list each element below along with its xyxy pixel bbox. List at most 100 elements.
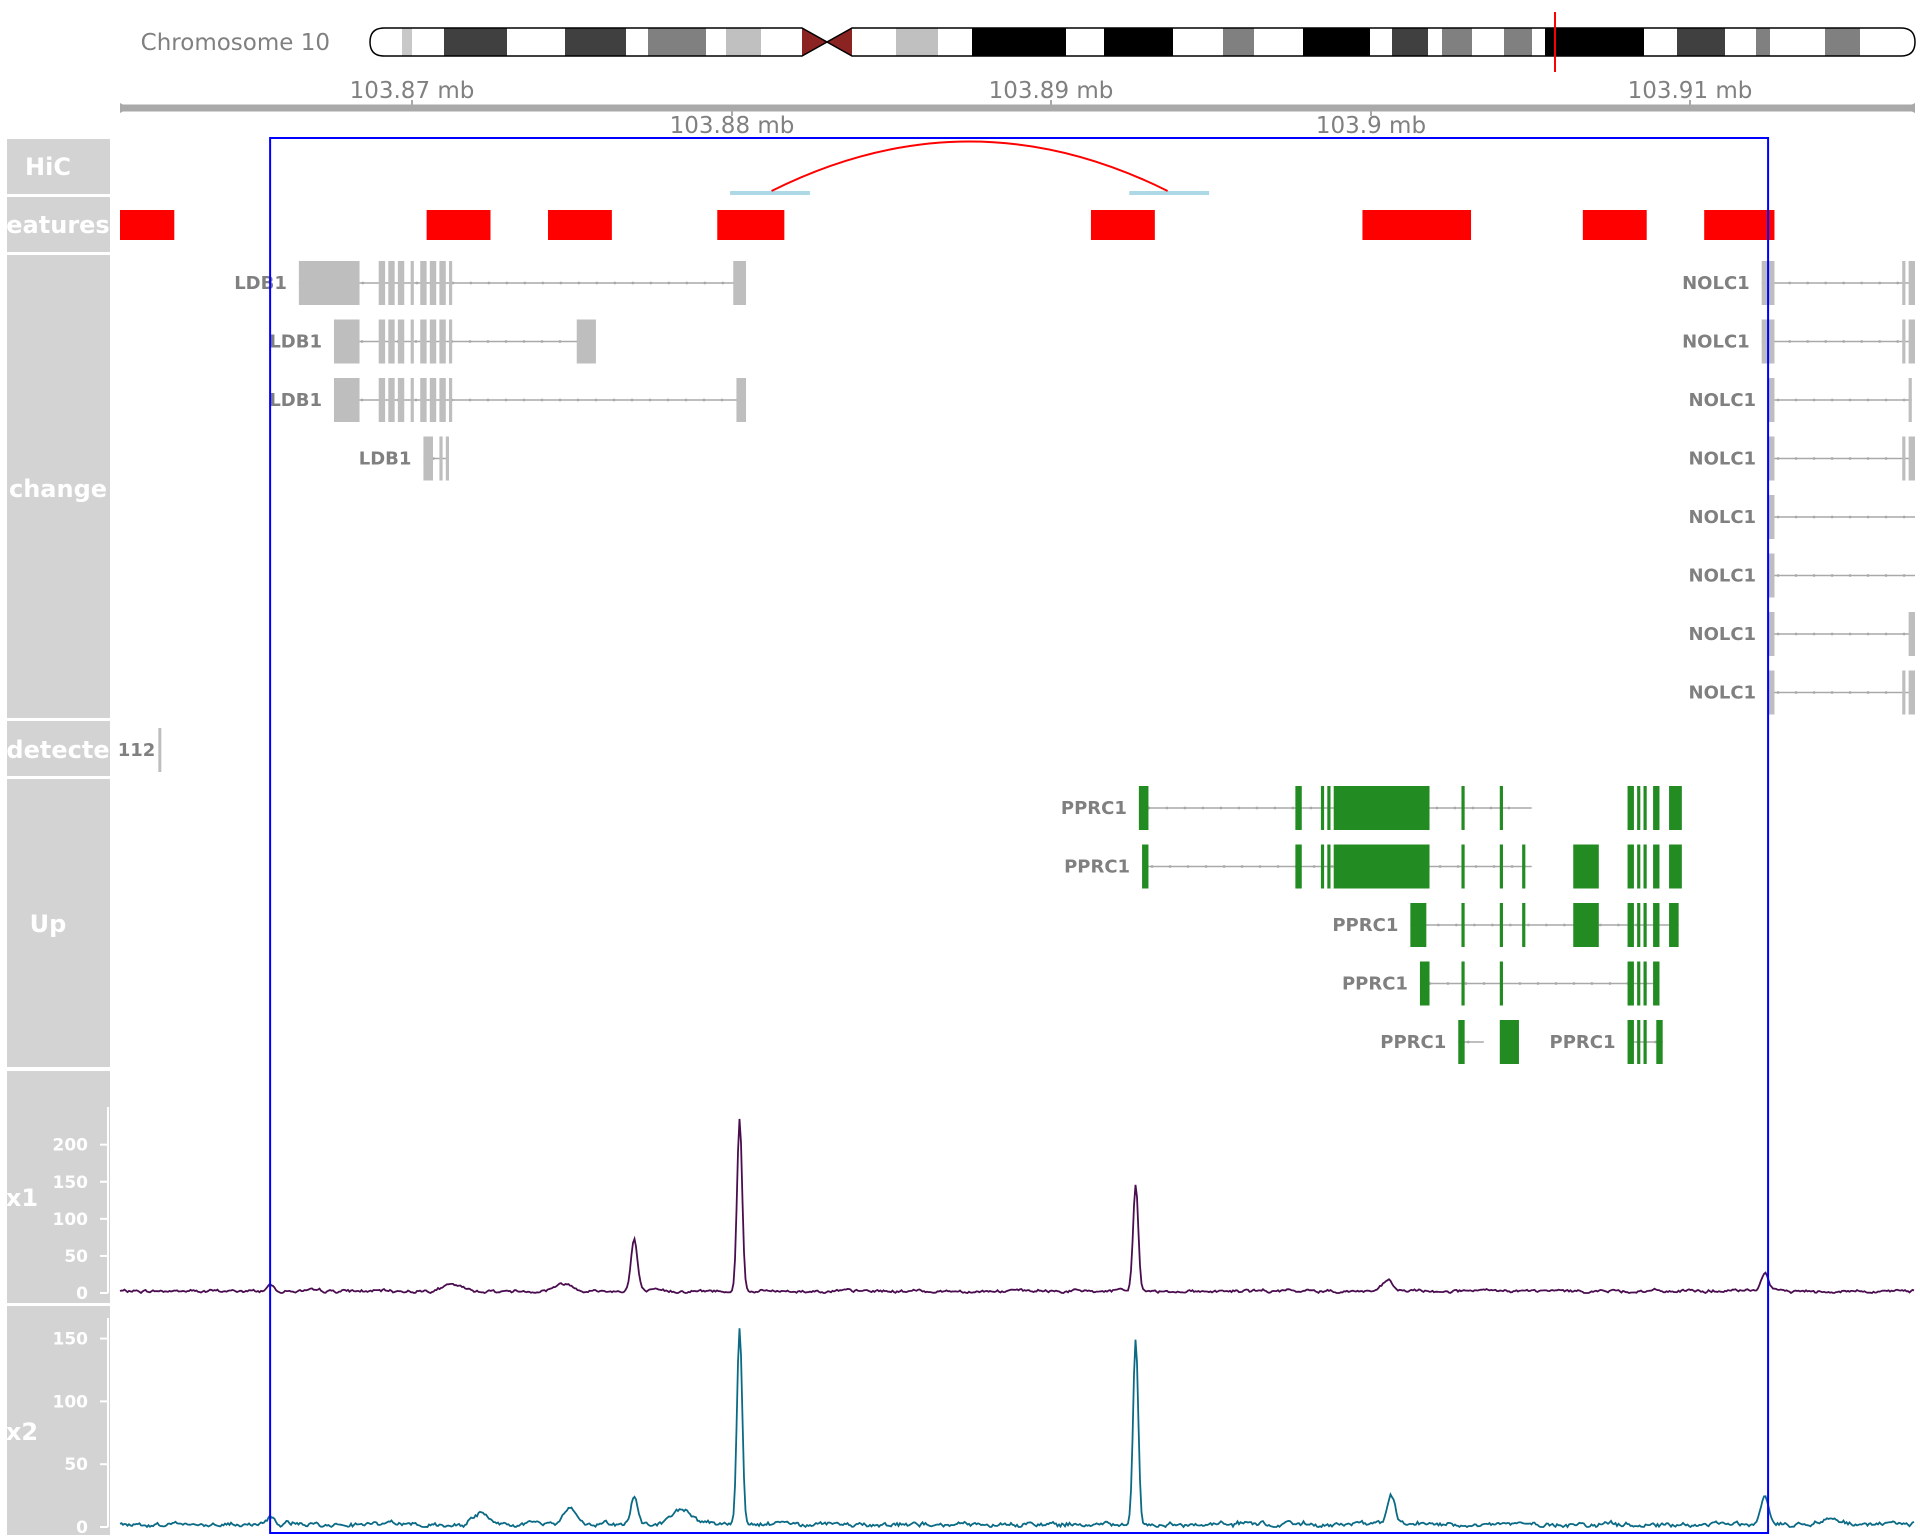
gene-exon: [1669, 786, 1682, 830]
gene-label: NOLC1: [1689, 507, 1757, 528]
gene-exon: [1461, 844, 1465, 889]
gene-exon: [1627, 1020, 1634, 1064]
gene-strand-marker: [1884, 691, 1888, 694]
feature-block: [1362, 210, 1472, 240]
ideogram-band: [1725, 28, 1756, 56]
gene-exon: [1142, 844, 1149, 889]
features-track: [120, 210, 1775, 240]
gene-exon: [1627, 903, 1634, 947]
gene-strand-marker: [504, 398, 508, 402]
gene-strand-marker: [469, 281, 473, 285]
gene-exon: [1458, 1020, 1465, 1064]
gene-strand-marker: [1878, 340, 1882, 343]
gene-strand-marker: [684, 398, 688, 402]
gene-exon: [1499, 1020, 1519, 1064]
gene-label: PPRC1: [1332, 915, 1398, 936]
gene-model: PPRC1: [1332, 903, 1679, 947]
gene-exon: [1499, 786, 1503, 830]
gene-exon: [1653, 903, 1660, 947]
gene-strand-marker: [1776, 632, 1780, 636]
y-axis-tick-label: 150: [53, 1173, 89, 1193]
gene-exon: [1908, 436, 1915, 481]
gene-strand-marker: [1830, 398, 1834, 402]
gene-exon: [448, 261, 453, 305]
gene-strand-marker: [1776, 515, 1780, 519]
gene-exon: [1499, 961, 1503, 1006]
gene-strand-marker: [1776, 457, 1780, 460]
gene-exon: [388, 319, 395, 364]
gene-model: NOLC1: [1689, 670, 1915, 715]
gene-exon: [1669, 903, 1679, 947]
gene-exon: [1908, 261, 1915, 305]
gene-label: PPRC1: [1380, 1032, 1446, 1053]
gene-strand-marker: [666, 398, 670, 402]
gene-strand-marker: [540, 398, 544, 402]
gene-strand-marker: [1794, 632, 1798, 636]
gene-strand-marker: [1884, 457, 1888, 460]
gene-strand-marker: [1902, 632, 1906, 636]
gene-exon: [439, 261, 446, 305]
gene-strand-marker: [415, 281, 419, 285]
y-axis-tick-label: 150: [53, 1330, 89, 1350]
gene-strand-marker: [1860, 281, 1864, 285]
gene-model: PPRC1: [1061, 786, 1682, 830]
ideogram-band: [626, 28, 648, 56]
gene-strand-marker: [361, 281, 365, 285]
gene-exon: [1669, 844, 1682, 889]
gene-strand-marker: [1554, 982, 1558, 985]
gene-strand-marker: [1866, 691, 1870, 694]
gene-exon: [439, 378, 446, 422]
undetected-genes-track: 112: [118, 728, 162, 772]
gene-model: PPRC1: [1380, 1020, 1519, 1064]
gene-strand-marker: [1884, 515, 1888, 519]
gene-exon: [1320, 786, 1325, 830]
ideogram-band: [1472, 28, 1504, 56]
genome-browser: Chromosome 10 103.87 mb 103.89 mb 103.91…: [0, 0, 1920, 1536]
coverage-track-x2: 0 50 100 150: [53, 1318, 1915, 1536]
gene-strand-marker: [1794, 457, 1798, 460]
gene-exon: [439, 436, 443, 481]
gene-strand-marker: [1508, 923, 1512, 927]
gene-strand-marker: [1255, 806, 1259, 810]
gene-strand-marker: [1776, 574, 1780, 577]
gene-exon: [736, 378, 747, 422]
gene-exon: [1902, 436, 1906, 481]
chromosome-ideogram: Chromosome 10: [141, 12, 1916, 72]
gene-strand-marker: [1776, 691, 1780, 694]
y-axis-tick-label: 200: [53, 1136, 89, 1156]
highlight-region-box: [269, 137, 1770, 1534]
gene-exon: [429, 319, 437, 364]
axis-tick-label-lower-0: 103.88 mb: [670, 113, 795, 139]
gene-exon: [397, 319, 405, 364]
gene-exon: [410, 319, 414, 364]
ideogram-band: [726, 28, 761, 56]
gene-model: NOLC1: [1682, 261, 1915, 305]
ideogram-band: [1254, 28, 1303, 56]
gene-exon: [1461, 903, 1465, 947]
gene-strand-marker: [1848, 574, 1852, 577]
gene-strand-marker: [1794, 398, 1798, 402]
gene-strand-marker: [1848, 398, 1852, 402]
gene-exon: [158, 728, 162, 772]
gene-strand-marker: [1866, 398, 1870, 402]
gene-strand-marker: [1466, 1040, 1470, 1044]
gene-exon: [333, 378, 360, 422]
gene-strand-marker: [1830, 457, 1834, 460]
gene-exon: [1499, 903, 1503, 947]
gene-strand-marker: [1812, 398, 1816, 402]
gene-strand-marker: [1489, 806, 1493, 810]
gene-exon: [1653, 961, 1660, 1006]
gene-strand-marker: [540, 340, 544, 343]
gene-strand-marker: [594, 398, 598, 402]
gene-strand-marker: [1453, 806, 1457, 810]
gene-strand-marker: [1812, 632, 1816, 636]
gene-strand-marker: [522, 398, 526, 402]
gene-strand-marker: [523, 281, 527, 285]
track-title-undetected: detecte: [6, 736, 109, 764]
ideogram-band: [370, 28, 402, 56]
gene-label: LDB1: [269, 332, 322, 353]
gene-strand-marker: [1536, 982, 1540, 985]
gene-strand-marker: [1544, 923, 1548, 927]
gene-strand-marker: [1896, 281, 1900, 285]
gene-strand-marker: [486, 398, 490, 402]
